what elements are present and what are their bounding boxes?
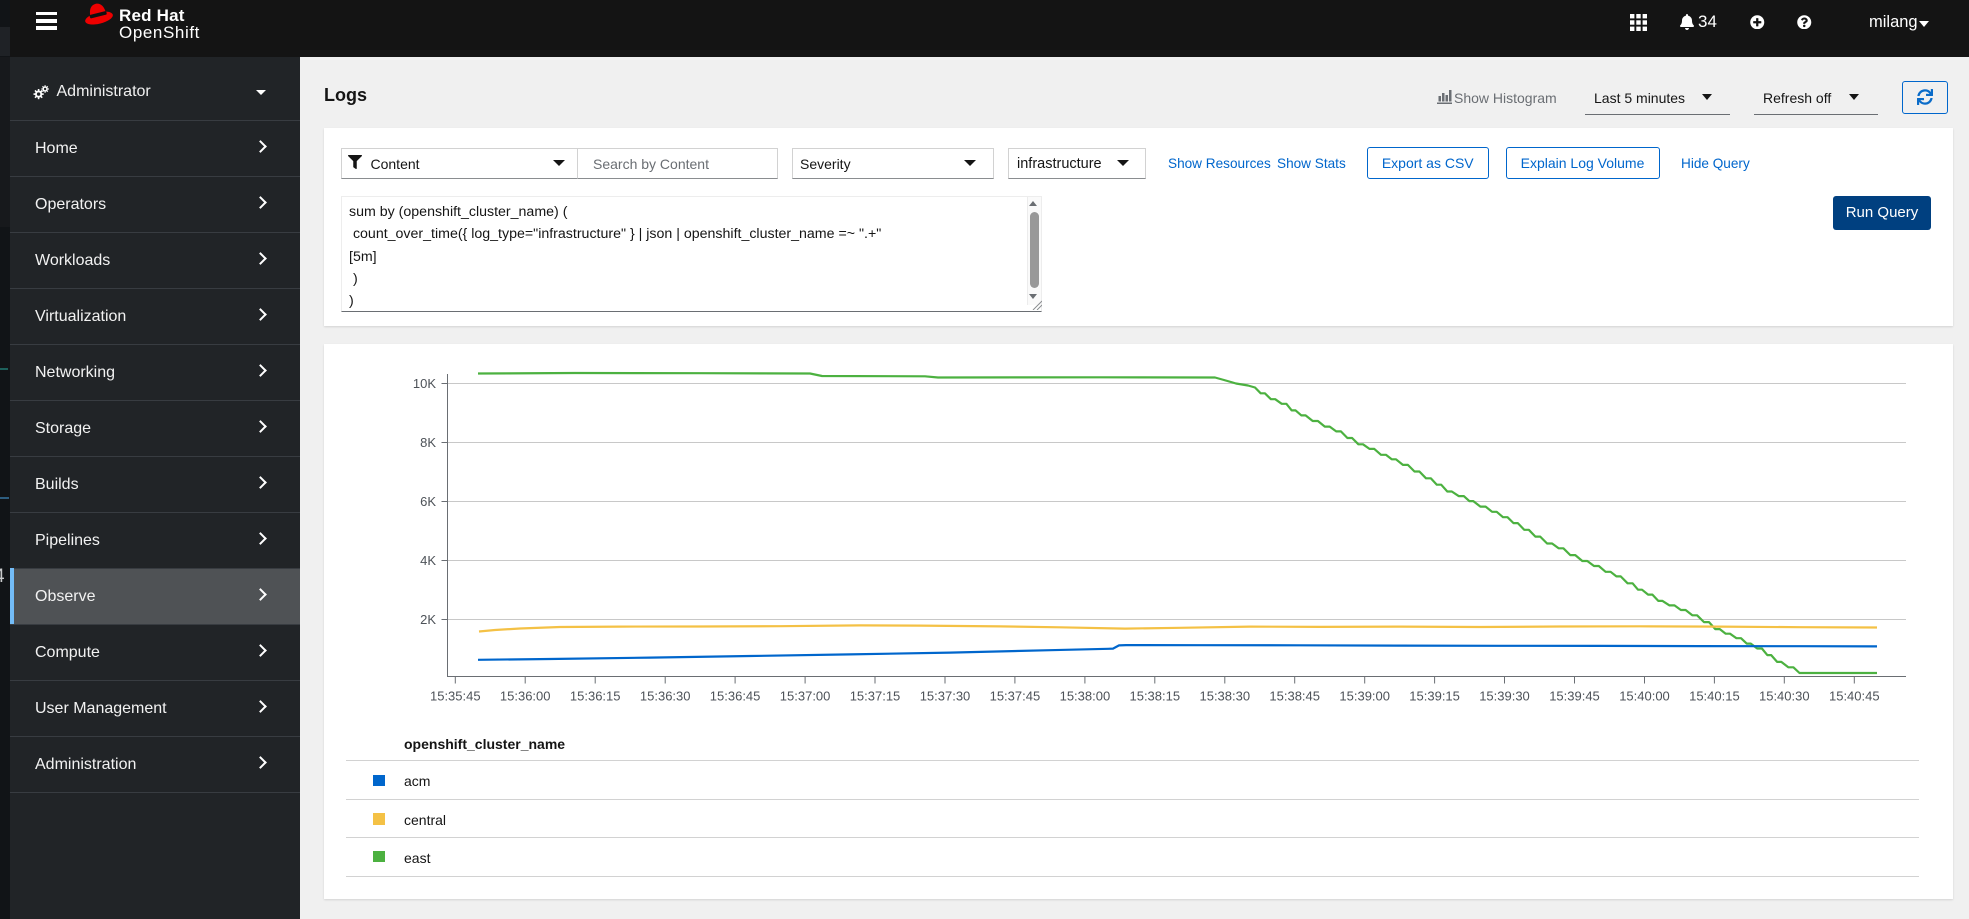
svg-text:15:40:30: 15:40:30 bbox=[1759, 689, 1810, 704]
svg-text:15:40:00: 15:40:00 bbox=[1619, 689, 1670, 704]
svg-text:15:36:15: 15:36:15 bbox=[570, 689, 621, 704]
svg-text:15:40:15: 15:40:15 bbox=[1689, 689, 1740, 704]
svg-text:15:37:30: 15:37:30 bbox=[920, 689, 971, 704]
svg-text:15:40:45: 15:40:45 bbox=[1829, 689, 1880, 704]
svg-text:15:37:45: 15:37:45 bbox=[990, 689, 1041, 704]
svg-text:15:35:45: 15:35:45 bbox=[430, 689, 481, 704]
svg-text:4K: 4K bbox=[420, 553, 436, 568]
svg-text:15:38:00: 15:38:00 bbox=[1060, 689, 1111, 704]
svg-text:6K: 6K bbox=[420, 494, 436, 509]
svg-text:15:37:00: 15:37:00 bbox=[780, 689, 831, 704]
svg-text:15:36:45: 15:36:45 bbox=[710, 689, 761, 704]
svg-text:15:39:30: 15:39:30 bbox=[1479, 689, 1530, 704]
svg-text:15:36:00: 15:36:00 bbox=[500, 689, 551, 704]
svg-text:15:38:15: 15:38:15 bbox=[1129, 689, 1180, 704]
svg-text:15:39:00: 15:39:00 bbox=[1339, 689, 1390, 704]
svg-text:2K: 2K bbox=[420, 612, 436, 627]
svg-text:15:38:45: 15:38:45 bbox=[1269, 689, 1320, 704]
svg-text:15:37:15: 15:37:15 bbox=[850, 689, 901, 704]
svg-text:15:39:15: 15:39:15 bbox=[1409, 689, 1460, 704]
svg-text:15:36:30: 15:36:30 bbox=[640, 689, 691, 704]
svg-text:10K: 10K bbox=[413, 376, 436, 391]
svg-text:15:38:30: 15:38:30 bbox=[1199, 689, 1250, 704]
svg-text:15:39:45: 15:39:45 bbox=[1549, 689, 1600, 704]
svg-text:8K: 8K bbox=[420, 435, 436, 450]
